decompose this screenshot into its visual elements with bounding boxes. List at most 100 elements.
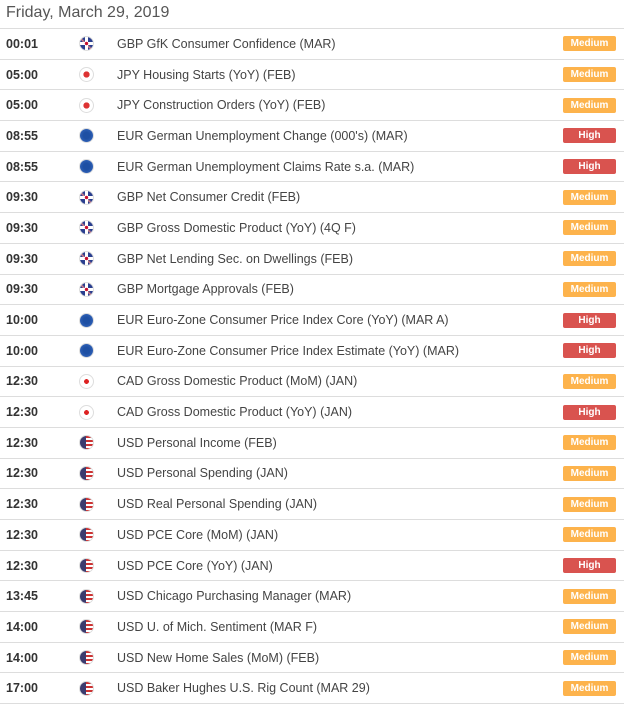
event-row[interactable]: 12:30 USD Personal Spending (JAN) Medium — [0, 459, 624, 490]
flag-usd-icon — [79, 465, 94, 481]
impact-badge: Medium — [563, 220, 616, 236]
event-time: 13:45 — [6, 589, 38, 604]
impact-badge: Medium — [563, 527, 616, 543]
event-time: 09:30 — [6, 190, 38, 205]
event-row[interactable]: 09:30 GBP Net Consumer Credit (FEB) Medi… — [0, 182, 624, 214]
event-list: 00:01 GBP GfK Consumer Confidence (MAR) … — [0, 29, 624, 704]
flag-usd-icon — [79, 558, 94, 574]
event-title: EUR Euro-Zone Consumer Price Index Estim… — [117, 343, 460, 358]
event-title: USD PCE Core (YoY) (JAN) — [117, 558, 273, 573]
impact-badge: Medium — [563, 588, 616, 604]
event-time: 12:30 — [6, 435, 38, 450]
event-time: 08:55 — [6, 128, 38, 143]
flag-gbp-icon — [79, 251, 94, 267]
event-title: USD Baker Hughes U.S. Rig Count (MAR 29) — [117, 681, 370, 696]
event-time: 12:30 — [6, 374, 38, 389]
event-time: 12:30 — [6, 527, 38, 542]
impact-badge: Medium — [563, 465, 616, 481]
event-time: 09:30 — [6, 251, 38, 266]
flag-usd-icon — [79, 435, 94, 451]
event-row[interactable]: 12:30 USD PCE Core (MoM) (JAN) Medium — [0, 520, 624, 551]
event-time: 00:01 — [6, 36, 38, 51]
event-row[interactable]: 09:30 GBP Mortgage Approvals (FEB) Mediu… — [0, 275, 624, 306]
event-row[interactable]: 13:45 USD Chicago Purchasing Manager (MA… — [0, 581, 624, 613]
event-title: USD Personal Spending (JAN) — [117, 466, 288, 481]
event-row[interactable]: 14:00 USD U. of Mich. Sentiment (MAR F) … — [0, 612, 624, 643]
event-title: EUR German Unemployment Change (000's) (… — [117, 128, 408, 143]
event-row[interactable]: 00:01 GBP GfK Consumer Confidence (MAR) … — [0, 29, 624, 60]
event-time: 05:00 — [6, 67, 38, 82]
flag-gbp-icon — [79, 220, 94, 236]
event-row[interactable]: 12:30 USD Personal Income (FEB) Medium — [0, 428, 624, 459]
impact-badge: High — [563, 312, 616, 328]
event-time: 12:30 — [6, 497, 38, 512]
event-row[interactable]: 09:30 GBP Net Lending Sec. on Dwellings … — [0, 244, 624, 275]
event-row[interactable]: 10:00 EUR Euro-Zone Consumer Price Index… — [0, 305, 624, 336]
impact-badge: High — [563, 558, 616, 574]
flag-cad-icon — [79, 373, 94, 389]
event-row[interactable]: 08:55 EUR German Unemployment Change (00… — [0, 121, 624, 152]
event-title: USD New Home Sales (MoM) (FEB) — [117, 650, 320, 665]
impact-badge: Medium — [563, 650, 616, 666]
impact-badge: Medium — [563, 67, 616, 83]
flag-eur-icon — [79, 343, 94, 359]
event-title: USD Chicago Purchasing Manager (MAR) — [117, 589, 352, 604]
flag-cad-icon — [79, 404, 94, 420]
impact-badge: Medium — [563, 281, 616, 297]
flag-usd-icon — [79, 619, 94, 635]
flag-gbp-icon — [79, 36, 94, 52]
event-title: GBP Net Consumer Credit (FEB) — [117, 190, 301, 205]
event-row[interactable]: 05:00 JPY Housing Starts (YoY) (FEB) Med… — [0, 60, 624, 91]
event-title: CAD Gross Domestic Product (YoY) (JAN) — [117, 405, 353, 420]
event-row[interactable]: 17:00 USD Baker Hughes U.S. Rig Count (M… — [0, 673, 624, 704]
flag-jpy-icon — [79, 67, 94, 83]
event-row[interactable]: 14:00 USD New Home Sales (MoM) (FEB) Med… — [0, 643, 624, 674]
event-row[interactable]: 10:00 EUR Euro-Zone Consumer Price Index… — [0, 336, 624, 367]
event-row[interactable]: 05:00 JPY Construction Orders (YoY) (FEB… — [0, 90, 624, 122]
event-time: 08:55 — [6, 159, 38, 174]
event-title: JPY Housing Starts (YoY) (FEB) — [117, 67, 296, 82]
event-title: JPY Construction Orders (YoY) (FEB) — [117, 98, 326, 113]
flag-usd-icon — [79, 527, 94, 543]
flag-usd-icon — [79, 496, 94, 512]
impact-badge: High — [563, 159, 616, 175]
event-time: 12:30 — [6, 466, 38, 481]
flag-gbp-icon — [79, 189, 94, 205]
event-row[interactable]: 12:30 USD Real Personal Spending (JAN) M… — [0, 489, 624, 520]
impact-badge: High — [563, 404, 616, 420]
event-title: EUR Euro-Zone Consumer Price Index Core … — [117, 313, 449, 328]
event-title: USD Personal Income (FEB) — [117, 435, 277, 450]
impact-badge: Medium — [563, 373, 616, 389]
impact-badge: High — [563, 343, 616, 359]
flag-eur-icon — [79, 128, 94, 144]
event-row[interactable]: 12:30 CAD Gross Domestic Product (MoM) (… — [0, 367, 624, 398]
event-title: USD PCE Core (MoM) (JAN) — [117, 527, 279, 542]
event-row[interactable]: 08:55 EUR German Unemployment Claims Rat… — [0, 152, 624, 183]
event-time: 17:00 — [6, 681, 38, 696]
event-time: 10:00 — [6, 313, 38, 328]
impact-badge: Medium — [563, 680, 616, 696]
impact-badge: Medium — [563, 251, 616, 267]
flag-jpy-icon — [79, 97, 94, 113]
impact-badge: Medium — [563, 36, 616, 52]
flag-eur-icon — [79, 312, 94, 328]
event-title: USD Real Personal Spending (JAN) — [117, 497, 318, 512]
impact-badge: Medium — [563, 189, 616, 205]
event-row[interactable]: 12:30 CAD Gross Domestic Product (YoY) (… — [0, 397, 624, 428]
event-time: 12:30 — [6, 405, 38, 420]
event-row[interactable]: 09:30 GBP Gross Domestic Product (YoY) (… — [0, 213, 624, 244]
event-time: 14:00 — [6, 619, 38, 634]
event-title: GBP Gross Domestic Product (YoY) (4Q F) — [117, 220, 356, 235]
impact-badge: Medium — [563, 435, 616, 451]
event-title: GBP GfK Consumer Confidence (MAR) — [117, 36, 336, 51]
impact-badge: Medium — [563, 97, 616, 113]
flag-usd-icon — [79, 650, 94, 666]
flag-gbp-icon — [79, 281, 94, 297]
event-row[interactable]: 12:30 USD PCE Core (YoY) (JAN) High — [0, 551, 624, 582]
event-time: 09:30 — [6, 282, 38, 297]
flag-eur-icon — [79, 159, 94, 175]
event-title: GBP Net Lending Sec. on Dwellings (FEB) — [117, 251, 353, 266]
event-title: GBP Mortgage Approvals (FEB) — [117, 282, 294, 297]
event-time: 09:30 — [6, 220, 38, 235]
event-title: EUR German Unemployment Claims Rate s.a.… — [117, 159, 415, 174]
